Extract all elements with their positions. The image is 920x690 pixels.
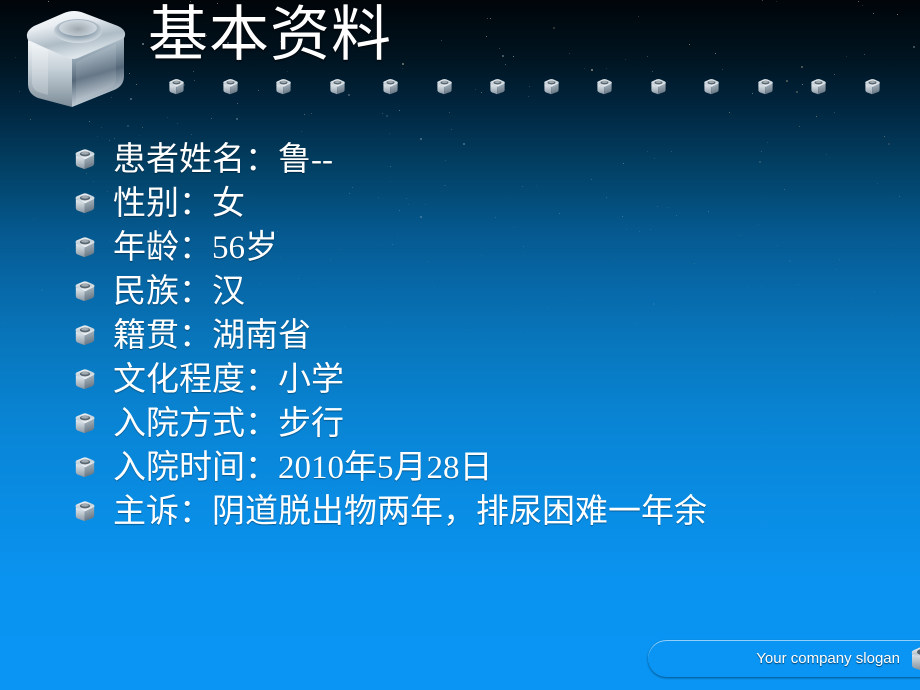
mini-cube-icon (382, 78, 399, 95)
cube-bullet-icon (74, 236, 96, 258)
bullet-item-label: 主诉：阴道脱出物两年，排尿困难一年余 (113, 494, 707, 530)
cube-bullet-icon (74, 368, 96, 390)
metallic-cube-logo (18, 6, 134, 110)
bullet-item: 民族：汉 (74, 270, 894, 314)
bullet-item-label: 患者姓名：鲁-- (113, 142, 333, 178)
bullet-item-label: 入院方式：步行 (113, 406, 344, 442)
bullet-item: 籍贯：湖南省 (74, 314, 894, 358)
bullet-item-label: 籍贯：湖南省 (113, 318, 311, 354)
bullet-item: 性别：女 (74, 182, 894, 226)
bullet-item: 主诉：阴道脱出物两年，排尿困难一年余 (74, 490, 894, 534)
header-cube-row (168, 78, 920, 98)
mini-cube-icon (810, 78, 827, 95)
bullet-item-label: 民族：汉 (113, 274, 245, 310)
bullet-item: 入院方式：步行 (74, 402, 894, 446)
presentation-slide: 基本资料 患者姓名：鲁-- 性别：女年龄：56岁 民族：汉籍贯：湖南省 文化程度：小学… (0, 0, 920, 690)
cube-bullet-icon (74, 500, 96, 522)
bullet-item: 患者姓名：鲁-- (74, 138, 894, 182)
cube-bullet-icon (74, 412, 96, 434)
bullet-item-label: 文化程度：小学 (113, 362, 344, 398)
bullet-item-label: 性别：女 (113, 186, 245, 222)
bullet-list: 患者姓名：鲁-- 性别：女年龄：56岁 民族：汉籍贯：湖南省 文化程度：小学 入院方式：… (74, 138, 894, 534)
bullet-item: 入院时间：2010年5月28日 (74, 446, 894, 490)
mini-cube-icon (222, 78, 239, 95)
cube-icon (909, 644, 920, 673)
mini-cube-icon (436, 78, 453, 95)
cube-bullet-icon (74, 456, 96, 478)
bullet-item-label: 年龄：56岁 (113, 230, 278, 266)
bullet-item: 文化程度：小学 (74, 358, 894, 402)
mini-cube-icon (596, 78, 613, 95)
bullet-item: 年龄：56岁 (74, 226, 894, 270)
mini-cube-icon (703, 78, 720, 95)
company-slogan-label: Your company slogan (756, 650, 900, 667)
bullet-item-label: 入院时间：2010年5月28日 (113, 450, 493, 486)
cube-bullet-icon (74, 280, 96, 302)
slide-title: 基本资料 (148, 2, 392, 68)
cube-bullet-icon (74, 324, 96, 346)
mini-cube-icon (489, 78, 506, 95)
cube-bullet-icon (74, 192, 96, 214)
mini-cube-icon (757, 78, 774, 95)
mini-cube-icon (275, 78, 292, 95)
mini-cube-icon (650, 78, 667, 95)
mini-cube-icon (864, 78, 881, 95)
company-slogan-button[interactable]: Your company slogan (648, 640, 920, 677)
cube-bullet-icon (74, 148, 96, 170)
mini-cube-icon (168, 78, 185, 95)
mini-cube-icon (329, 78, 346, 95)
mini-cube-icon (543, 78, 560, 95)
